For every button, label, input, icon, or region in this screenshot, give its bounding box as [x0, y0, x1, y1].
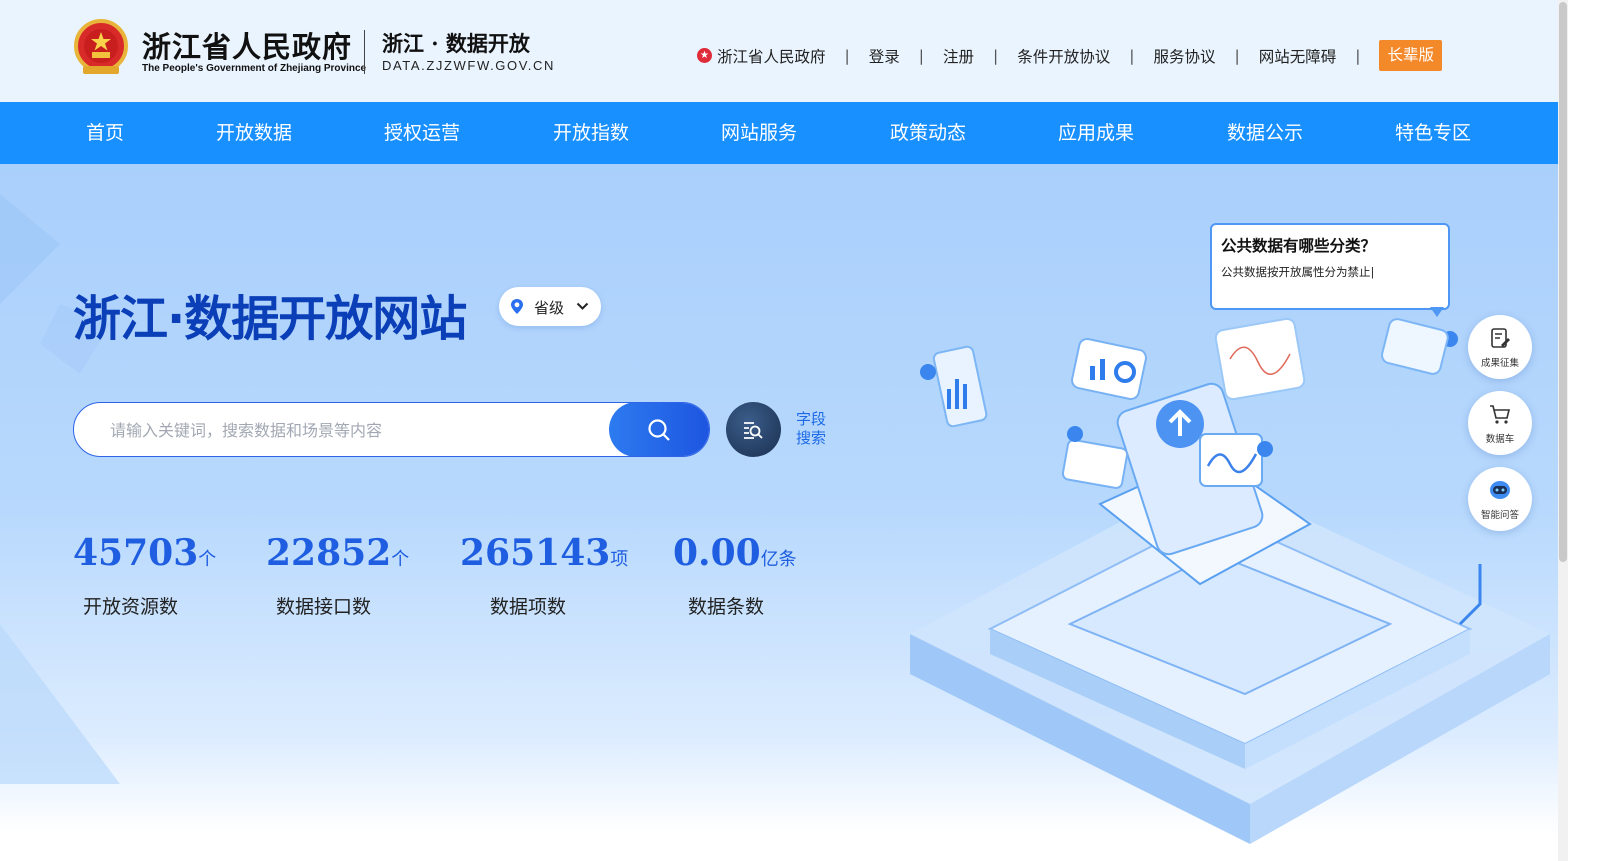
- stat-value: 265143项: [460, 532, 629, 574]
- gov-name-en: The People's Government of Zhejiang Prov…: [142, 63, 367, 74]
- cart-icon: [1490, 405, 1511, 424]
- stat-value: 0.00亿条: [673, 532, 797, 574]
- float-smart-qa-button[interactable]: 智能问答: [1468, 467, 1532, 531]
- page-scrollbar[interactable]: [1558, 0, 1568, 861]
- stat-data-apis: 22852个 数据接口数: [266, 532, 410, 618]
- search-box: [73, 402, 710, 457]
- data-platform-illustration: [910, 317, 1550, 844]
- field-search-button[interactable]: [726, 402, 781, 457]
- field-search-icon: [744, 422, 763, 439]
- stat-label: 数据接口数: [276, 596, 372, 618]
- region-selector[interactable]: 省级: [499, 287, 601, 326]
- stat-open-resources: 45703个 开放资源数: [73, 532, 217, 618]
- hero-banner: 浙江·数据开放网站 省级 字段搜索 45703个 开放资源数 2: [0, 164, 1558, 861]
- gov-name-cn: 浙江省人民政府: [142, 30, 353, 64]
- stat-label: 数据条数: [688, 596, 765, 618]
- link-separator: |: [993, 46, 999, 65]
- float-data-cart-button[interactable]: 数据车: [1468, 391, 1532, 455]
- field-search-label[interactable]: 字段搜索: [796, 410, 832, 448]
- scrollbar-thumb[interactable]: [1559, 2, 1567, 562]
- star-badge-icon: ★: [696, 48, 712, 63]
- link-separator: |: [1234, 46, 1240, 65]
- nav-authorized-operation[interactable]: 授权运营: [384, 102, 460, 164]
- nav-open-data[interactable]: 开放数据: [216, 102, 292, 164]
- elder-mode-button[interactable]: 长辈版: [1379, 40, 1442, 71]
- stat-value: 22852个: [266, 532, 410, 574]
- chevron-down-icon: [576, 302, 589, 310]
- nav-featured-zone[interactable]: 特色专区: [1395, 102, 1471, 164]
- header-divider: [364, 30, 365, 74]
- assistant-question: 公共数据有哪些分类？: [1221, 237, 1377, 255]
- search-icon: [648, 419, 670, 441]
- stat-data-records: 0.00亿条 数据条数: [673, 532, 797, 618]
- bubble-tail: [1430, 307, 1444, 317]
- nav-policy-news[interactable]: 政策动态: [890, 102, 966, 164]
- nav-site-service[interactable]: 网站服务: [721, 102, 797, 164]
- stat-value: 45703个: [73, 532, 217, 574]
- link-gov[interactable]: 浙江省人民政府: [717, 45, 826, 67]
- link-separator: |: [844, 46, 850, 65]
- stat-label: 开放资源数: [83, 596, 179, 618]
- location-pin-icon: [511, 299, 523, 314]
- float-achievements-button[interactable]: 成果征集: [1468, 315, 1532, 379]
- link-separator: |: [1129, 46, 1135, 65]
- background-decoration: [0, 194, 120, 784]
- right-gutter: [1568, 0, 1600, 861]
- assistant-bubble[interactable]: 公共数据有哪些分类？ 公共数据按开放属性分为禁止|: [1210, 223, 1450, 310]
- assistant-answer: 公共数据按开放属性分为禁止|: [1221, 265, 1375, 279]
- site-name-cn: 浙江 · 数据开放: [382, 31, 530, 56]
- top-links: ★ 浙江省人民政府 | 登录 | 注册 | 条件开放协议 | 服务协议 | 网站…: [696, 40, 1442, 71]
- nav-applications[interactable]: 应用成果: [1058, 102, 1134, 164]
- robot-icon: [1490, 481, 1510, 499]
- top-header: 浙江省人民政府 The People's Government of Zheji…: [0, 0, 1558, 102]
- region-label: 省级: [534, 299, 565, 317]
- conditional-agreement-link[interactable]: 条件开放协议: [1017, 45, 1110, 67]
- site-domain: DATA.ZJZWFW.GOV.CN: [382, 58, 555, 73]
- accessibility-link[interactable]: 网站无障碍: [1259, 45, 1337, 67]
- stat-label: 数据项数: [490, 596, 567, 618]
- main-nav: 首页 开放数据 授权运营 开放指数 网站服务 政策动态 应用成果 数据公示 特色…: [0, 102, 1558, 164]
- search-button[interactable]: [609, 403, 709, 456]
- link-separator: |: [918, 46, 924, 65]
- nav-open-index[interactable]: 开放指数: [553, 102, 629, 164]
- national-emblem-icon: [74, 19, 128, 74]
- service-agreement-link[interactable]: 服务协议: [1153, 45, 1215, 67]
- register-link[interactable]: 注册: [943, 45, 974, 67]
- link-separator: |: [1355, 46, 1361, 65]
- nav-home[interactable]: 首页: [86, 102, 124, 164]
- hero-title: 浙江·数据开放网站: [73, 291, 467, 347]
- search-input[interactable]: [108, 403, 602, 456]
- stat-data-items: 265143项 数据项数: [460, 532, 629, 618]
- nav-data-notice[interactable]: 数据公示: [1227, 102, 1303, 164]
- edit-document-icon: [1491, 328, 1510, 348]
- login-link[interactable]: 登录: [869, 45, 900, 67]
